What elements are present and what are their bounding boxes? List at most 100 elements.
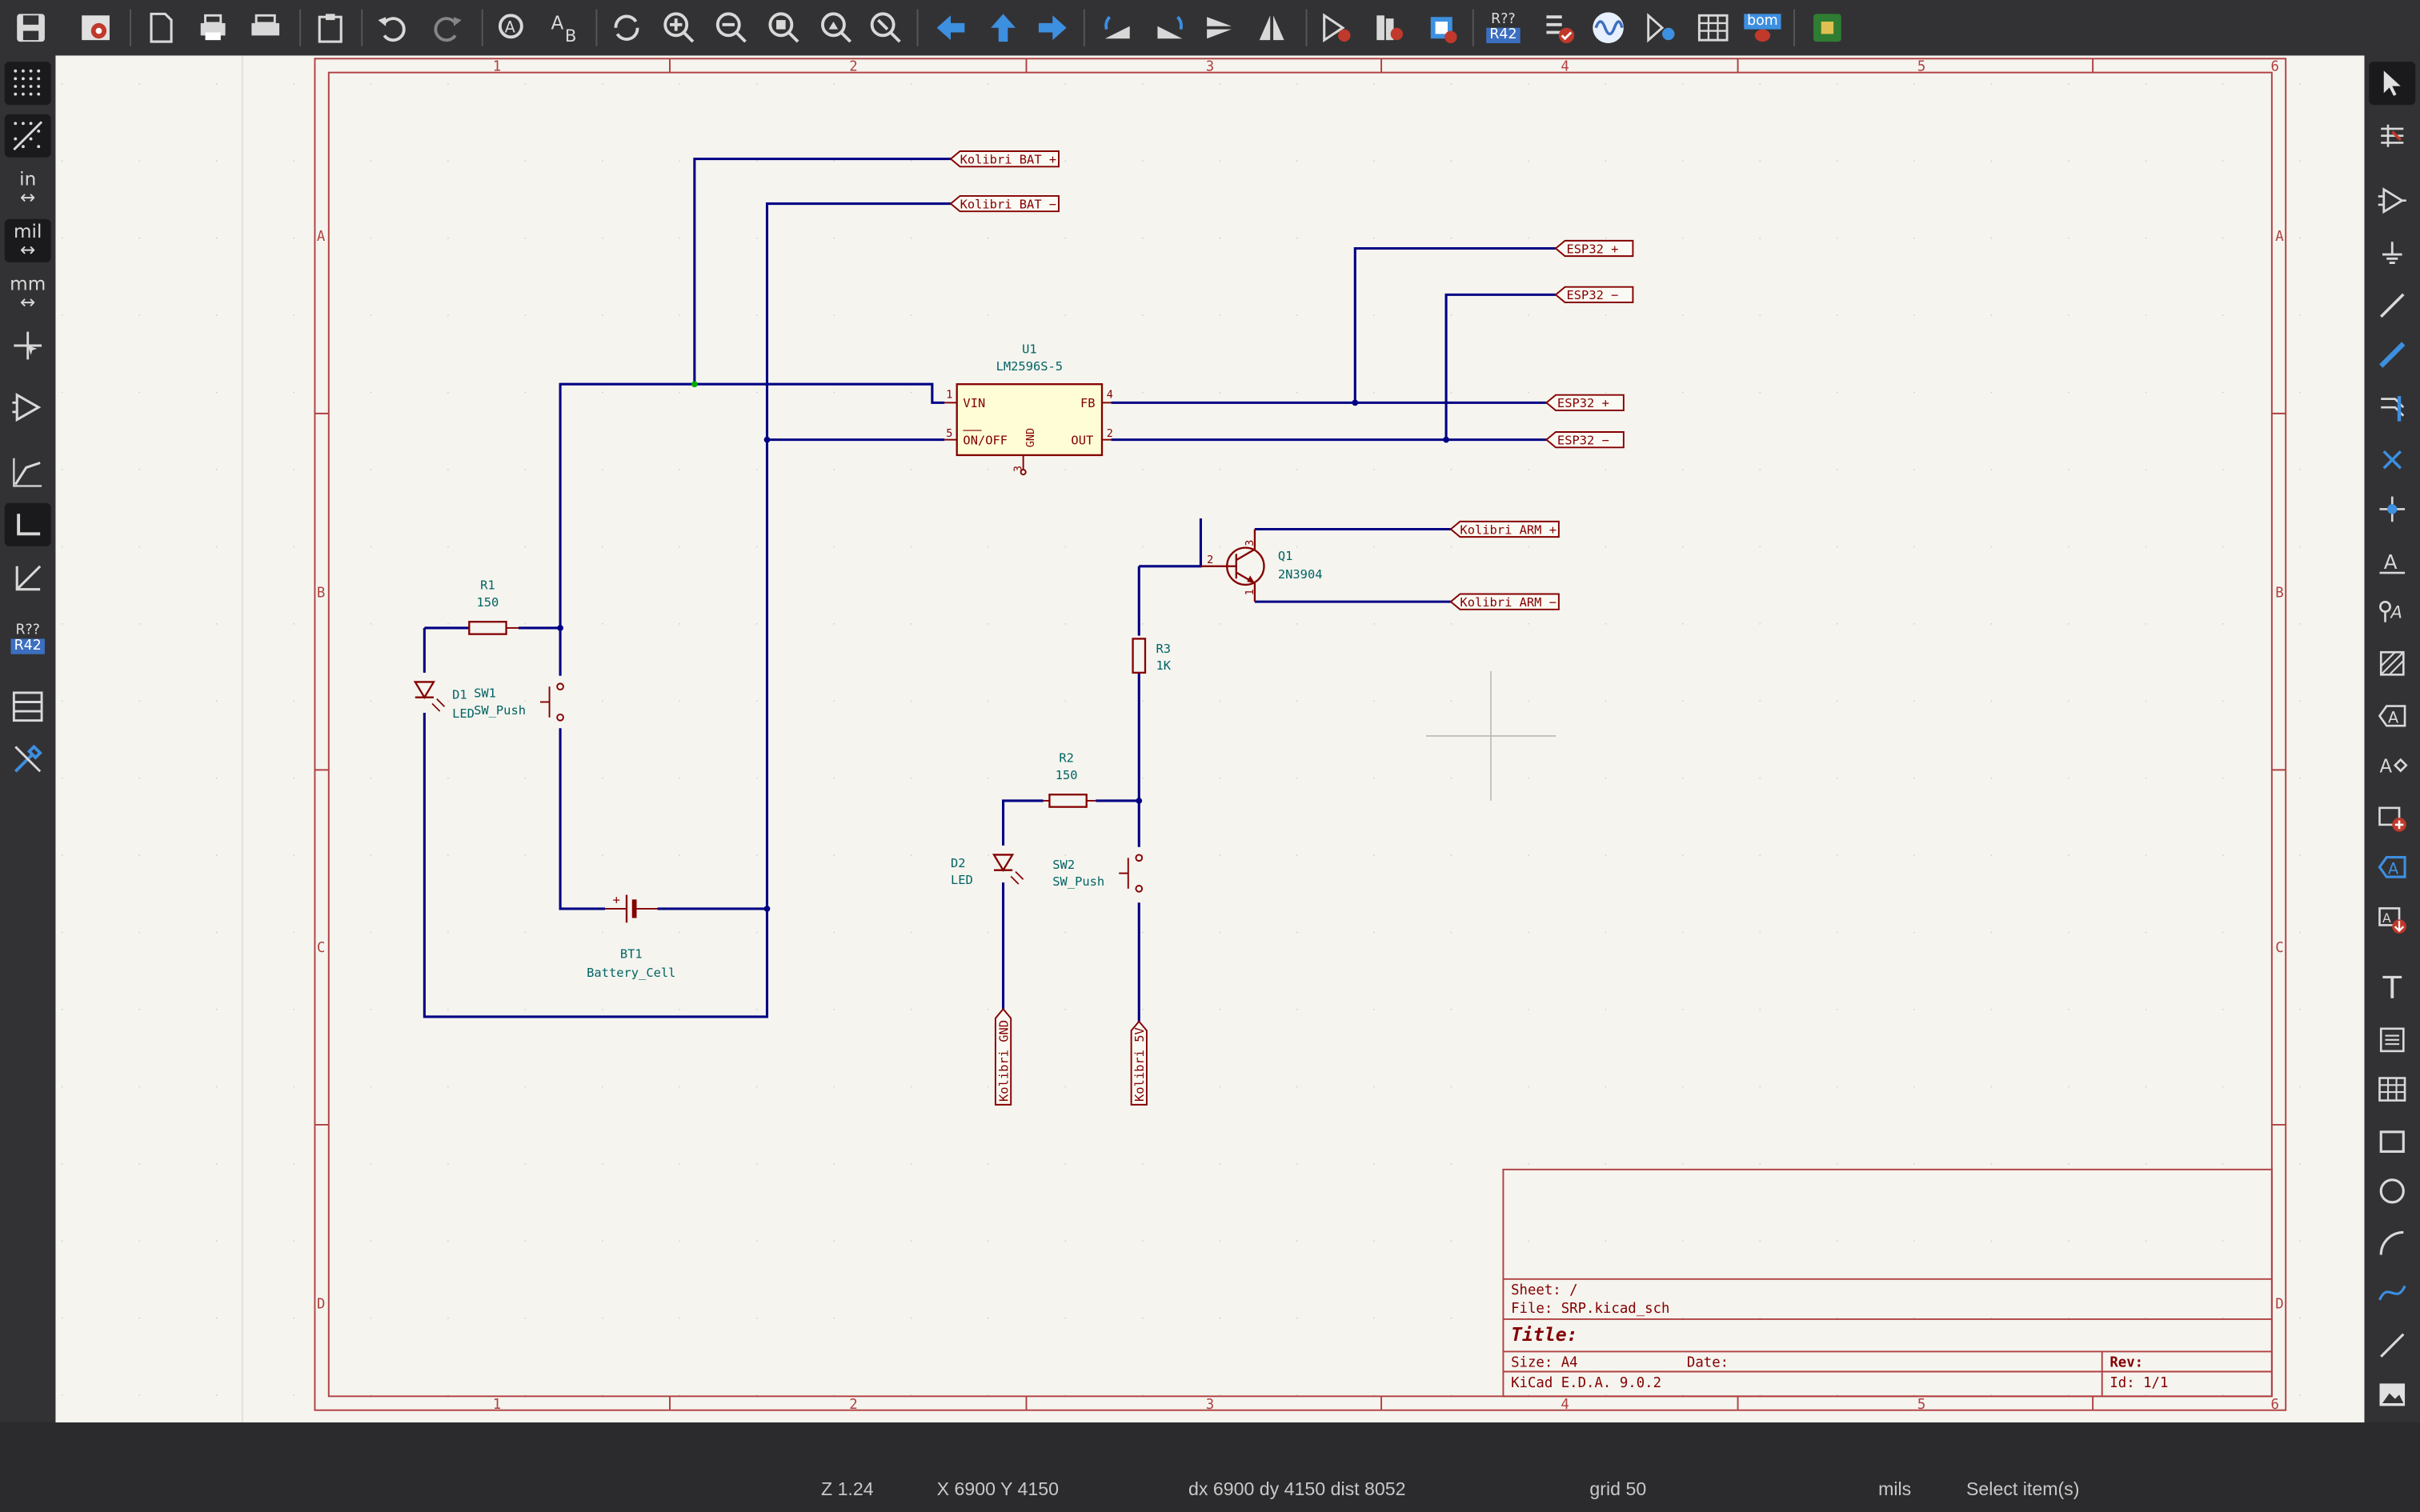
label-kolibri-bat-plus: Kolibri BAT +: [960, 152, 1057, 166]
hidden-pins-icon[interactable]: [5, 386, 51, 429]
erc-icon[interactable]: [1537, 6, 1581, 50]
select-arrow-icon[interactable]: [2369, 62, 2416, 106]
highlight-net-icon[interactable]: [2369, 114, 2415, 158]
add-arc-icon[interactable]: [2369, 1222, 2415, 1265]
add-symbol-icon[interactable]: [2369, 179, 2415, 222]
bom-generate-icon[interactable]: bom: [1741, 6, 1784, 50]
hierarchy-navigator-icon[interactable]: [5, 685, 51, 728]
svg-text:B: B: [565, 26, 577, 45]
add-sheet-icon[interactable]: [2369, 796, 2415, 839]
plot-icon[interactable]: [244, 6, 287, 50]
navigate-up-icon[interactable]: [982, 6, 1025, 50]
pcb-editor-icon[interactable]: [1805, 6, 1849, 50]
paste-icon[interactable]: [309, 6, 352, 50]
wire-90-icon[interactable]: [4, 502, 51, 546]
redo-icon[interactable]: [426, 6, 469, 50]
hier-label-icon[interactable]: A: [2369, 744, 2415, 787]
add-rectangle-icon[interactable]: [2369, 1120, 2415, 1163]
r2-value: 150: [1056, 768, 1078, 782]
bt1-ref: BT1: [620, 947, 643, 962]
rotate-cw-icon[interactable]: [1148, 6, 1192, 50]
units-mm-button[interactable]: mm ↔: [5, 271, 51, 314]
sw2-value: SW_Push: [1052, 874, 1104, 889]
add-label-icon[interactable]: A: [2369, 540, 2415, 583]
cursor-crosshair-icon[interactable]: [5, 324, 51, 367]
row-letter: D: [317, 1296, 325, 1312]
add-netclass-icon[interactable]: A: [2369, 590, 2415, 633]
wire-45-icon[interactable]: [5, 555, 51, 598]
u1-pin-number: 3: [1012, 466, 1025, 472]
zoom-objects-icon[interactable]: [815, 6, 858, 50]
navigate-forward-icon[interactable]: [1031, 6, 1074, 50]
title-block-file: File: SRP.kicad_sch: [1511, 1301, 1669, 1317]
print-icon[interactable]: [191, 6, 234, 50]
sheet-pin-icon[interactable]: A: [2369, 846, 2415, 889]
units-mils-button[interactable]: mil ↔: [4, 218, 51, 262]
row-letter: B: [317, 585, 325, 601]
add-junction-icon[interactable]: [2369, 487, 2415, 530]
add-line-icon[interactable]: [2369, 1324, 2415, 1367]
mirror-h-icon[interactable]: [1250, 6, 1293, 50]
bt1-value: Battery_Cell: [587, 966, 675, 980]
schematic-canvas[interactable]: 1 2 3 4 5 6 1 2 3 4 5 6 A B C D A B C D: [55, 55, 2365, 1423]
add-wire-icon[interactable]: [2369, 284, 2415, 327]
find-replace-icon[interactable]: AB: [543, 6, 587, 50]
rotate-ccw-icon[interactable]: [1096, 6, 1139, 50]
annotate-icon[interactable]: R?? R42: [1481, 6, 1525, 50]
add-circle-icon[interactable]: [2369, 1170, 2415, 1213]
add-bezier-icon[interactable]: [2369, 1271, 2415, 1314]
units-inches-button[interactable]: in ↔: [5, 166, 51, 210]
symbol-library-icon[interactable]: [1368, 6, 1411, 50]
zoom-fit-icon[interactable]: [763, 6, 806, 50]
add-table-icon[interactable]: [2369, 1068, 2415, 1111]
find-icon[interactable]: A: [491, 6, 534, 50]
add-bus-icon[interactable]: [2369, 334, 2415, 377]
add-textbox-icon[interactable]: [2369, 1018, 2415, 1062]
refresh-icon[interactable]: [605, 6, 648, 50]
add-text-icon[interactable]: T: [2369, 966, 2415, 1009]
add-power-icon[interactable]: [2369, 231, 2415, 274]
q1-ref: Q1: [1278, 549, 1293, 563]
bom-table-icon[interactable]: [1692, 6, 1735, 50]
page-settings-icon[interactable]: [139, 6, 182, 50]
add-image-icon[interactable]: [2369, 1373, 2415, 1416]
save-icon[interactable]: [10, 6, 53, 50]
zoom-selection-icon[interactable]: [864, 6, 908, 50]
status-mode: Select item(s): [1965, 1478, 2080, 1500]
schematic-setup-icon[interactable]: [74, 6, 118, 50]
properties-panel-icon[interactable]: [5, 738, 51, 781]
row-letter: A: [2275, 229, 2284, 245]
u1-ref: U1: [1022, 342, 1037, 357]
label-kolibri-arm-minus: Kolibri ARM −: [1460, 595, 1557, 610]
d1-value: LED: [452, 706, 475, 721]
import-sheet-pin-icon[interactable]: A: [2369, 898, 2415, 941]
symbol-editor-icon[interactable]: [1315, 6, 1358, 50]
col-number: 3: [1206, 1397, 1214, 1413]
rule-area-icon[interactable]: [2369, 642, 2415, 685]
navigate-back-icon[interactable]: [929, 6, 972, 50]
svg-text:+: +: [613, 893, 620, 907]
svg-text:A: A: [2390, 602, 2402, 622]
undo-icon[interactable]: [371, 6, 414, 50]
footprint-assign-icon[interactable]: [1420, 6, 1463, 50]
zoom-out-icon[interactable]: [710, 6, 753, 50]
netlist-icon[interactable]: [1639, 6, 1682, 50]
mirror-v-icon[interactable]: [1198, 6, 1241, 50]
status-bar: Z 1.24 X 6900 Y 4150 dx 6900 dy 4150 dis…: [0, 1422, 2420, 1512]
schematic-drawing[interactable]: 1 2 3 4 5 6 1 2 3 4 5 6 A B C D A B C D: [55, 55, 2365, 1423]
global-label-icon[interactable]: A: [2369, 694, 2415, 738]
u1-pin-out: OUT: [1071, 433, 1093, 447]
grid-overrides-icon[interactable]: [4, 114, 51, 158]
no-connect-icon[interactable]: [2369, 438, 2415, 482]
col-number: 5: [1917, 59, 1925, 75]
zoom-in-icon[interactable]: [658, 6, 701, 50]
wire-any-angle-icon[interactable]: [5, 450, 51, 494]
grid-toggle-icon[interactable]: [4, 62, 51, 106]
simulator-icon[interactable]: [1587, 6, 1630, 50]
title-block-rev: Rev:: [2109, 1355, 2143, 1371]
title-block-size: Size: A4: [1511, 1355, 1578, 1371]
row-letter: C: [317, 940, 325, 956]
annotate-left-icon[interactable]: R?? R42: [5, 617, 51, 660]
col-number: 4: [1561, 59, 1569, 75]
bus-entry-icon[interactable]: [2369, 386, 2415, 429]
